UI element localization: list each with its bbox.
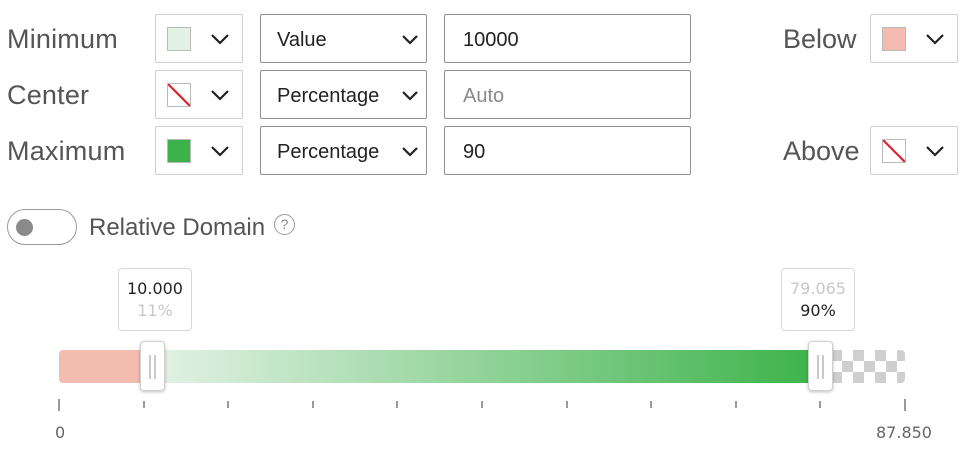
axis-tick xyxy=(396,401,399,408)
help-circle-icon[interactable]: ? xyxy=(274,214,295,235)
chevron-down-icon xyxy=(926,146,944,157)
min-tooltip-percent: 11% xyxy=(137,301,173,320)
below-segment xyxy=(59,350,153,383)
above-label: Above xyxy=(783,136,860,166)
chevron-down-icon xyxy=(211,90,229,101)
center-mode-select[interactable]: Percentage xyxy=(260,70,427,119)
below-color-picker[interactable] xyxy=(870,14,958,63)
max-handle-tooltip: 79.065 90% xyxy=(781,268,855,331)
minimum-mode-value: Value xyxy=(277,29,327,51)
axis-tick xyxy=(565,401,568,408)
minimum-color-swatch xyxy=(167,27,191,51)
axis-tick xyxy=(142,401,145,408)
axis-tick xyxy=(481,401,483,408)
chevron-down-icon xyxy=(211,34,229,45)
below-color-swatch xyxy=(882,27,906,51)
no-color-icon xyxy=(167,83,191,107)
chevron-down-icon xyxy=(926,34,944,45)
max-tooltip-percent: 90% xyxy=(800,301,836,320)
center-value-input[interactable]: Auto xyxy=(444,70,691,119)
no-color-icon xyxy=(882,139,906,163)
below-label: Below xyxy=(783,24,857,54)
axis-tick xyxy=(734,401,737,408)
min-slider-handle[interactable] xyxy=(140,341,166,391)
maximum-mode-value: Percentage xyxy=(277,141,380,163)
maximum-value-input[interactable]: 90 xyxy=(444,126,691,175)
center-mode-value: Percentage xyxy=(277,85,380,107)
axis-max-label: 87.850 xyxy=(876,423,932,442)
chevron-down-icon xyxy=(211,146,229,157)
above-color-picker[interactable] xyxy=(870,126,958,175)
relative-domain-toggle[interactable] xyxy=(7,209,77,245)
minimum-label: Minimum xyxy=(7,24,118,54)
chevron-down-icon xyxy=(402,35,418,45)
max-tooltip-value: 79.065 xyxy=(790,279,846,298)
axis-tick xyxy=(904,399,906,411)
maximum-color-swatch xyxy=(167,139,191,163)
maximum-mode-select[interactable]: Percentage xyxy=(260,126,427,175)
maximum-label: Maximum xyxy=(7,136,126,166)
chevron-down-icon xyxy=(402,91,418,101)
axis-tick xyxy=(311,401,314,408)
axis-tick xyxy=(819,401,822,408)
minimum-value-input[interactable]: 10000 xyxy=(444,14,691,63)
gradient-segment xyxy=(152,350,821,383)
chevron-down-icon xyxy=(402,147,418,157)
relative-domain-label: Relative Domain xyxy=(89,214,266,241)
axis-tick xyxy=(227,401,230,408)
axis-min-label: 0 xyxy=(55,423,66,442)
toggle-knob xyxy=(16,219,33,236)
axis-tick xyxy=(58,399,60,411)
minimum-color-picker[interactable] xyxy=(155,14,243,63)
min-tooltip-value: 10.000 xyxy=(127,279,183,298)
maximum-color-picker[interactable] xyxy=(155,126,243,175)
minimum-mode-select[interactable]: Value xyxy=(260,14,427,63)
max-slider-handle[interactable] xyxy=(808,341,834,391)
above-segment xyxy=(820,350,905,383)
axis-tick xyxy=(650,401,653,408)
center-label: Center xyxy=(7,80,90,110)
color-scale-bar xyxy=(59,350,905,383)
min-handle-tooltip: 10.000 11% xyxy=(118,268,192,331)
center-color-picker[interactable] xyxy=(155,70,243,119)
